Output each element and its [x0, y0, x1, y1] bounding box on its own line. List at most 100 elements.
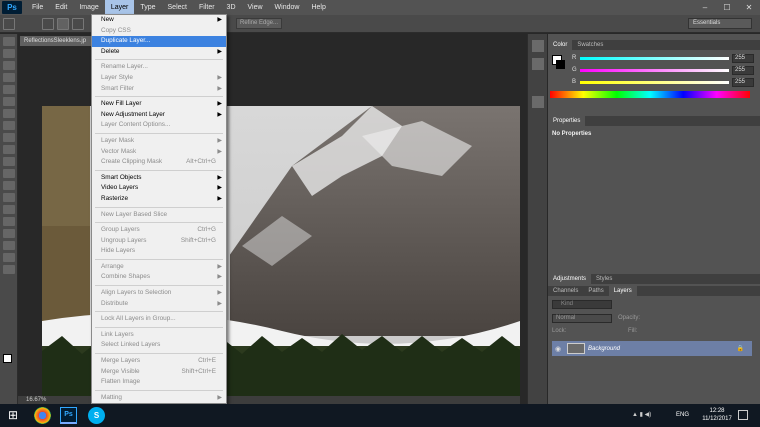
menu-item-group-layers[interactable]: Group Layers Ctrl+G: [92, 225, 226, 236]
language-indicator[interactable]: ENG: [676, 412, 689, 418]
blue-value[interactable]: 255: [732, 77, 754, 87]
menu-item-rasterize[interactable]: Rasterize ▶: [92, 194, 226, 205]
menu-3d[interactable]: 3D: [221, 0, 242, 15]
tab-layers[interactable]: Layers: [608, 286, 637, 296]
windows-start-icon[interactable]: ⊞: [8, 407, 25, 424]
menu-item-delete[interactable]: Delete ▶: [92, 47, 226, 58]
lasso-tool-icon[interactable]: [3, 61, 15, 70]
chrome-icon[interactable]: [34, 407, 51, 424]
menu-item-smart-filter[interactable]: Smart Filter ▶: [92, 84, 226, 95]
menu-item-video-layers[interactable]: Video Layers ▶: [92, 183, 226, 194]
zoom-tool-icon[interactable]: [3, 265, 15, 274]
green-value[interactable]: 255: [732, 65, 754, 75]
menu-item-combine-shapes[interactable]: Combine Shapes ▶: [92, 272, 226, 283]
gradient-tool-icon[interactable]: [3, 169, 15, 178]
green-slider[interactable]: [580, 68, 729, 72]
history-brush-tool-icon[interactable]: [3, 145, 15, 154]
blend-mode-select[interactable]: Normal: [552, 314, 612, 323]
clone-stamp-tool-icon[interactable]: [3, 133, 15, 142]
menu-item-merge-layers[interactable]: Merge Layers Ctrl+E: [92, 356, 226, 367]
add-to-selection-icon[interactable]: [57, 18, 69, 30]
photoshop-taskbar-icon[interactable]: Ps: [60, 407, 77, 424]
rectangle-tool-icon[interactable]: [3, 241, 15, 250]
menu-filter[interactable]: Filter: [193, 0, 221, 15]
new-selection-icon[interactable]: [42, 18, 54, 30]
menu-item-new-fill-layer[interactable]: New Fill Layer ▶: [92, 99, 226, 110]
type-tool-icon[interactable]: [3, 217, 15, 226]
menu-edit[interactable]: Edit: [49, 0, 73, 15]
tab-properties[interactable]: Properties: [548, 116, 586, 126]
menu-item-layer-content-options[interactable]: Layer Content Options...: [92, 120, 226, 131]
tab-paths[interactable]: Paths: [583, 286, 608, 296]
refine-edge-button[interactable]: Refine Edge...: [236, 18, 282, 29]
menu-item-copy-css[interactable]: Copy CSS: [92, 26, 226, 37]
panel-options-icon[interactable]: [532, 96, 544, 108]
menu-image[interactable]: Image: [73, 0, 104, 15]
menu-layer[interactable]: Layer: [104, 0, 135, 15]
menu-item-new-layer-based-slice[interactable]: New Layer Based Slice: [92, 210, 226, 221]
tray-icons[interactable]: ▲ ▮ ◀): [632, 411, 651, 418]
menu-item-distribute[interactable]: Distribute ▶: [92, 299, 226, 310]
menu-item-new[interactable]: New ▶: [92, 15, 226, 26]
layer-filter-kind[interactable]: Kind: [552, 300, 612, 309]
info-icon[interactable]: [532, 58, 544, 70]
menu-item-duplicate-layer[interactable]: Duplicate Layer...: [92, 36, 226, 47]
pen-tool-icon[interactable]: [3, 205, 15, 214]
background-swatch[interactable]: [556, 60, 565, 69]
menu-item-layer-mask[interactable]: Layer Mask ▶: [92, 136, 226, 147]
tab-channels[interactable]: Channels: [548, 286, 583, 296]
subtract-from-selection-icon[interactable]: [72, 18, 84, 30]
move-tool-icon[interactable]: [3, 37, 15, 46]
workspace-select[interactable]: Essentials: [688, 18, 752, 29]
document-tab[interactable]: ReflectionsSleeklens.jp: [20, 36, 92, 46]
history-icon[interactable]: [532, 40, 544, 52]
zoom-level[interactable]: 16.67%: [26, 397, 46, 403]
marquee-tool-icon[interactable]: [3, 49, 15, 58]
eraser-tool-icon[interactable]: [3, 157, 15, 166]
menu-window[interactable]: Window: [269, 0, 306, 15]
menu-item-rename-layer[interactable]: Rename Layer...: [92, 62, 226, 73]
menu-item-arrange[interactable]: Arrange ▶: [92, 262, 226, 273]
menu-item-matting[interactable]: Matting ▶: [92, 393, 226, 404]
close-button[interactable]: ✕: [738, 0, 760, 15]
menu-item-lock-all-layers-in-group[interactable]: Lock All Layers in Group...: [92, 314, 226, 325]
tab-color[interactable]: Color: [548, 40, 573, 50]
red-value[interactable]: 255: [732, 53, 754, 63]
quick-selection-tool-icon[interactable]: [3, 73, 15, 82]
menu-item-vector-mask[interactable]: Vector Mask ▶: [92, 147, 226, 158]
path-selection-tool-icon[interactable]: [3, 229, 15, 238]
brush-tool-icon[interactable]: [3, 121, 15, 130]
menu-item-link-layers[interactable]: Link Layers: [92, 330, 226, 341]
menu-item-flatten-image[interactable]: Flatten Image: [92, 377, 226, 388]
menu-file[interactable]: File: [26, 0, 49, 15]
dodge-tool-icon[interactable]: [3, 193, 15, 202]
menu-item-new-adjustment-layer[interactable]: New Adjustment Layer ▶: [92, 110, 226, 121]
color-spectrum[interactable]: [550, 91, 750, 98]
blue-slider[interactable]: [580, 80, 729, 84]
menu-item-merge-visible[interactable]: Merge Visible Shift+Ctrl+E: [92, 367, 226, 378]
menu-item-select-linked-layers[interactable]: Select Linked Layers: [92, 340, 226, 351]
skype-icon[interactable]: S: [88, 407, 105, 424]
menu-item-hide-layers[interactable]: Hide Layers: [92, 246, 226, 257]
blur-tool-icon[interactable]: [3, 181, 15, 190]
tab-styles[interactable]: Styles: [591, 274, 617, 284]
crop-tool-icon[interactable]: [3, 85, 15, 94]
maximize-button[interactable]: ☐: [716, 0, 738, 15]
foreground-color-swatch[interactable]: [3, 354, 12, 363]
menu-view[interactable]: View: [242, 0, 269, 15]
menu-item-smart-objects[interactable]: Smart Objects ▶: [92, 173, 226, 184]
tab-swatches[interactable]: Swatches: [572, 40, 608, 50]
layer-row-background[interactable]: ◉ Background 🔒: [552, 341, 752, 356]
eyedropper-tool-icon[interactable]: [3, 97, 15, 106]
menu-item-align-layers-to-selection[interactable]: Align Layers to Selection ▶: [92, 288, 226, 299]
eye-icon[interactable]: ◉: [552, 345, 564, 353]
menu-select[interactable]: Select: [162, 0, 193, 15]
clock[interactable]: 12:28 11/12/2017: [700, 407, 734, 423]
menu-type[interactable]: Type: [134, 0, 161, 15]
spot-healing-tool-icon[interactable]: [3, 109, 15, 118]
hand-tool-icon[interactable]: [3, 253, 15, 262]
minimize-button[interactable]: –: [694, 0, 716, 15]
red-slider[interactable]: [580, 56, 729, 60]
menu-item-layer-style[interactable]: Layer Style ▶: [92, 73, 226, 84]
action-center-icon[interactable]: [738, 410, 748, 420]
